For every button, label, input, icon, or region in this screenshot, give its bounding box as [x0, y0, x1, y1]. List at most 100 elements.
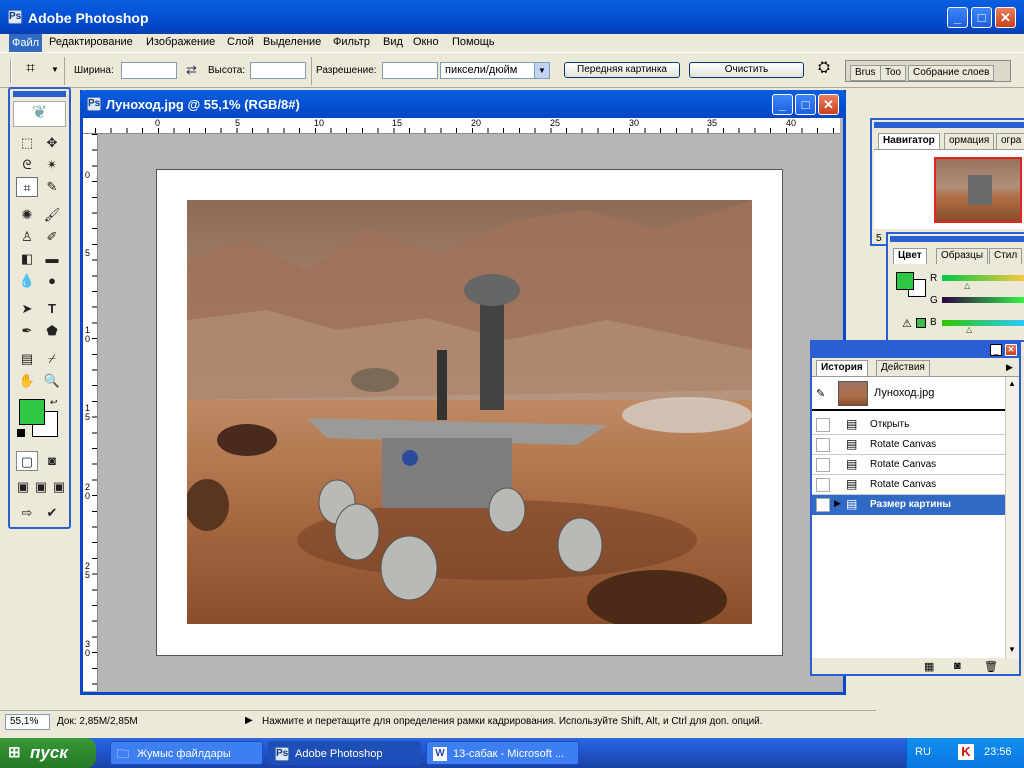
tab-color[interactable]: Цвет: [893, 248, 927, 264]
brush-tool-icon[interactable]: 🖌: [41, 205, 63, 225]
notes-tool-icon[interactable]: ▤: [16, 349, 38, 369]
marquee-tool-icon[interactable]: ⬚: [16, 133, 38, 153]
channel-g-slider[interactable]: [942, 297, 1024, 303]
foreground-color-swatch[interactable]: [19, 399, 45, 425]
history-item-active[interactable]: ▶ ▤ Размер картины: [812, 495, 1005, 515]
panel-menu-arrow-icon[interactable]: ▶: [1006, 362, 1013, 373]
history-source-checkbox[interactable]: [816, 498, 830, 512]
antivirus-tray-icon[interactable]: K: [958, 744, 974, 760]
history-source-checkbox[interactable]: [816, 438, 830, 452]
gamut-color-swatch[interactable]: [916, 318, 926, 328]
eraser-tool-icon[interactable]: ◧: [16, 249, 38, 269]
document-close-button[interactable]: ✕: [818, 94, 839, 115]
new-snapshot-icon[interactable]: ◙: [954, 660, 961, 672]
close-button[interactable]: ✕: [995, 7, 1016, 28]
menu-image[interactable]: Изображение: [146, 36, 215, 48]
tab-history[interactable]: История: [816, 360, 868, 376]
blur-tool-icon[interactable]: 💧: [16, 271, 38, 291]
tab-info[interactable]: ормация: [944, 133, 995, 149]
history-item[interactable]: ▤ Открыть: [812, 415, 1005, 435]
crop-tool-icon[interactable]: ⌗: [16, 177, 38, 197]
eyedropper-tool-icon[interactable]: ⌿: [41, 349, 63, 369]
navigator-thumbnail[interactable]: [934, 157, 1022, 223]
shape-tool-icon[interactable]: ⬟: [41, 321, 63, 341]
channel-b-thumb-icon[interactable]: △: [966, 325, 972, 334]
tab-styles[interactable]: Стил: [989, 248, 1023, 264]
swap-dimensions-icon[interactable]: ⇄: [186, 62, 197, 78]
navigator-grip[interactable]: [874, 122, 1024, 128]
dodge-tool-icon[interactable]: ●: [41, 271, 63, 291]
minimize-button[interactable]: _: [947, 7, 968, 28]
screen-mode-full-icon[interactable]: ▣: [50, 477, 68, 497]
type-tool-icon[interactable]: T: [41, 299, 63, 319]
channel-r-slider[interactable]: [942, 275, 1024, 281]
history-brush-tool-icon[interactable]: ✐: [41, 227, 63, 247]
resolution-units-select[interactable]: пиксели/дюйм ▼: [440, 62, 550, 79]
menu-window[interactable]: Окно: [413, 36, 439, 48]
menu-select[interactable]: Выделение: [263, 36, 321, 48]
menu-filter[interactable]: Фильтр: [333, 36, 370, 48]
start-button[interactable]: ⊞ пуск: [0, 738, 96, 768]
gradient-tool-icon[interactable]: ▬: [41, 249, 63, 269]
resolution-field[interactable]: [382, 62, 438, 79]
status-menu-arrow-icon[interactable]: ▶: [245, 715, 253, 726]
document-maximize-button[interactable]: □: [795, 94, 816, 115]
jump-to-imageready-icon[interactable]: ⇨: [16, 503, 38, 523]
quick-mask-mode-icon[interactable]: ◙: [41, 451, 63, 471]
well-tab-tool-presets[interactable]: Too: [880, 65, 907, 81]
screen-mode-standard-icon[interactable]: ▣: [14, 477, 32, 497]
history-scrollbar[interactable]: ▲ ▼: [1005, 377, 1019, 659]
front-image-button[interactable]: Передняя картинка: [564, 62, 680, 78]
move-tool-icon[interactable]: ✥: [41, 133, 63, 153]
tab-actions[interactable]: Действия: [876, 360, 930, 376]
snapshot-brush-icon[interactable]: ✎: [816, 387, 825, 400]
channel-b-slider[interactable]: [942, 320, 1024, 326]
screen-mode-full-menu-icon[interactable]: ▣: [32, 477, 50, 497]
history-source-checkbox[interactable]: [816, 478, 830, 492]
color-grip[interactable]: [890, 236, 1024, 242]
height-field[interactable]: [250, 62, 306, 79]
task-folder[interactable]: 🗀 Жумыс файлдары: [110, 741, 263, 765]
history-source-checkbox[interactable]: [816, 458, 830, 472]
history-item[interactable]: ▤ Rotate Canvas: [812, 455, 1005, 475]
task-photoshop[interactable]: Ps Adobe Photoshop: [268, 741, 421, 765]
document-title-bar[interactable]: Ps Луноход.jpg @ 55,1% (RGB/8#) _ □ ✕: [80, 90, 846, 118]
hand-tool-icon[interactable]: ✋: [16, 371, 38, 391]
tool-preset-arrow-icon[interactable]: ▼: [51, 65, 59, 74]
history-item[interactable]: ▤ Rotate Canvas: [812, 435, 1005, 455]
clone-stamp-tool-icon[interactable]: ♙: [16, 227, 38, 247]
gamut-warning-icon[interactable]: ⚠: [902, 317, 912, 330]
tools-grip[interactable]: [13, 91, 66, 97]
trash-icon[interactable]: 🗑: [984, 660, 998, 673]
default-colors-icon[interactable]: [17, 429, 25, 437]
task-word[interactable]: W 13-сабак - Microsoft ...: [426, 741, 579, 765]
pen-tool-icon[interactable]: ✒: [16, 321, 38, 341]
zoom-field[interactable]: 55,1%: [5, 714, 50, 730]
lasso-tool-icon[interactable]: ᘓ: [16, 155, 38, 175]
path-selection-tool-icon[interactable]: ➤: [16, 299, 38, 319]
edit-in-imageready-icon[interactable]: ✔: [41, 503, 63, 523]
well-tab-layer-comps[interactable]: Собрание слоев: [908, 65, 995, 81]
color-panel-foreground-swatch[interactable]: [896, 272, 914, 290]
zoom-tool-icon[interactable]: 🔍: [41, 371, 63, 391]
clear-button[interactable]: Очистить: [689, 62, 804, 78]
crop-tool-icon[interactable]: ⌗: [26, 60, 35, 78]
channel-r-thumb-icon[interactable]: △: [964, 281, 970, 290]
feather-logo-icon[interactable]: ❦: [13, 101, 66, 127]
navigator-zoom[interactable]: 5: [876, 233, 882, 244]
healing-brush-tool-icon[interactable]: ✺: [16, 205, 38, 225]
history-item[interactable]: ▤ Rotate Canvas: [812, 475, 1005, 495]
document-minimize-button[interactable]: _: [772, 94, 793, 115]
history-minimize-button[interactable]: _: [990, 344, 1002, 356]
document-size-info[interactable]: Док: 2,85M/2,85M: [57, 716, 138, 727]
tab-histogram[interactable]: огра: [996, 133, 1024, 149]
slice-tool-icon[interactable]: ✎: [41, 177, 63, 197]
standard-mode-icon[interactable]: ▢: [16, 451, 38, 471]
rover-photo[interactable]: [187, 200, 752, 624]
scroll-up-icon[interactable]: ▲: [1008, 379, 1016, 388]
palette-well-icon[interactable]: ⛭: [813, 59, 835, 81]
menu-help[interactable]: Помощь: [452, 36, 495, 48]
clock[interactable]: 23:56: [984, 746, 1012, 758]
tab-navigator[interactable]: Навигатор: [878, 133, 940, 149]
width-field[interactable]: [121, 62, 177, 79]
